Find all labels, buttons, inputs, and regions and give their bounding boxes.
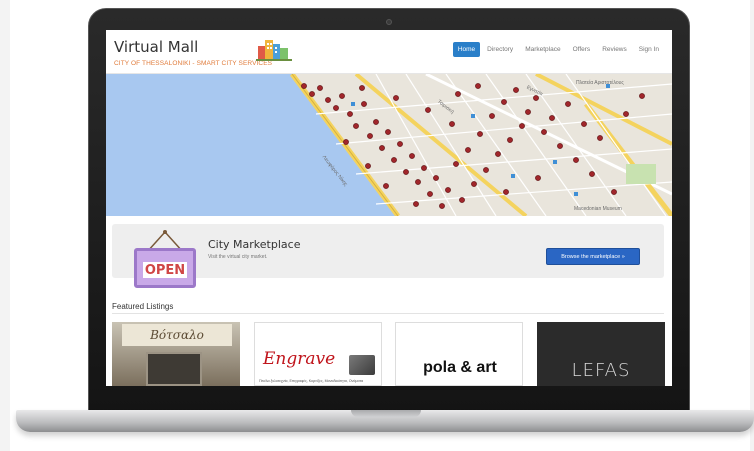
- banner-title: City Marketplace: [208, 238, 301, 251]
- main-nav: Home Directory Marketplace Offers Review…: [452, 42, 664, 57]
- map-canvas[interactable]: [106, 74, 672, 216]
- nav-home[interactable]: Home: [452, 42, 481, 57]
- site-subtitle: CITY OF THESSALONIKI - SMART CITY SERVIC…: [114, 60, 273, 67]
- nav-offers[interactable]: Offers: [568, 42, 596, 57]
- listing-photo: [349, 355, 375, 375]
- site-title[interactable]: Virtual Mall: [114, 38, 198, 56]
- browse-marketplace-button[interactable]: Browse the marketplace »: [546, 248, 640, 265]
- listing-card[interactable]: Engrave Πινέλα ξυλοτεχνία, Επιγραφές, Κο…: [254, 322, 382, 386]
- listing-name: Βότσαλο: [122, 324, 232, 346]
- camera-icon: [386, 19, 392, 25]
- open-sign-icon: OPEN: [134, 230, 196, 288]
- nav-sign-in[interactable]: Sign In: [634, 42, 664, 57]
- laptop-notch: [351, 410, 421, 417]
- listing-description: Πινέλα ξυλοτεχνία, Επιγραφές, Κορνίζες, …: [259, 379, 364, 383]
- marketplace-banner: OPEN City Marketplace Visit the virtual …: [112, 224, 664, 288]
- left-border: [0, 0, 10, 451]
- city-map[interactable]: Macedonian Museum Πλατεία Αριστοτέλους Λ…: [106, 74, 672, 216]
- nav-marketplace[interactable]: Marketplace: [520, 42, 565, 57]
- right-border: [750, 0, 754, 451]
- nav-directory[interactable]: Directory: [482, 42, 518, 57]
- map-label-square: Πλατεία Αριστοτέλους: [576, 80, 624, 86]
- banner-subtitle: Visit the virtual city market.: [208, 254, 268, 260]
- listing-card[interactable]: LEFAS: [537, 322, 665, 386]
- featured-divider: [112, 313, 664, 314]
- laptop-base: [16, 410, 754, 432]
- listing-name: Engrave: [263, 349, 336, 369]
- nav-reviews[interactable]: Reviews: [597, 42, 632, 57]
- site-header: Virtual Mall CITY OF THESSALONIKI - SMAR…: [106, 30, 672, 74]
- marketing-screenshot: Virtual Mall CITY OF THESSALONIKI - SMAR…: [0, 0, 754, 451]
- listing-name: LEFAS: [571, 360, 631, 381]
- buildings-logo-icon: [256, 40, 292, 61]
- laptop-screen: Virtual Mall CITY OF THESSALONIKI - SMAR…: [106, 30, 672, 386]
- storefront-image: [146, 352, 202, 386]
- listing-card[interactable]: pola & art: [395, 322, 523, 386]
- open-sign-text: OPEN: [143, 262, 187, 278]
- featured-listings-title: Featured Listings: [112, 302, 174, 311]
- listing-name: pola & art: [423, 359, 497, 376]
- map-label-museum: Macedonian Museum: [574, 206, 622, 212]
- listing-card[interactable]: Βότσαλο: [112, 322, 240, 386]
- open-sign-plate: OPEN: [134, 248, 196, 288]
